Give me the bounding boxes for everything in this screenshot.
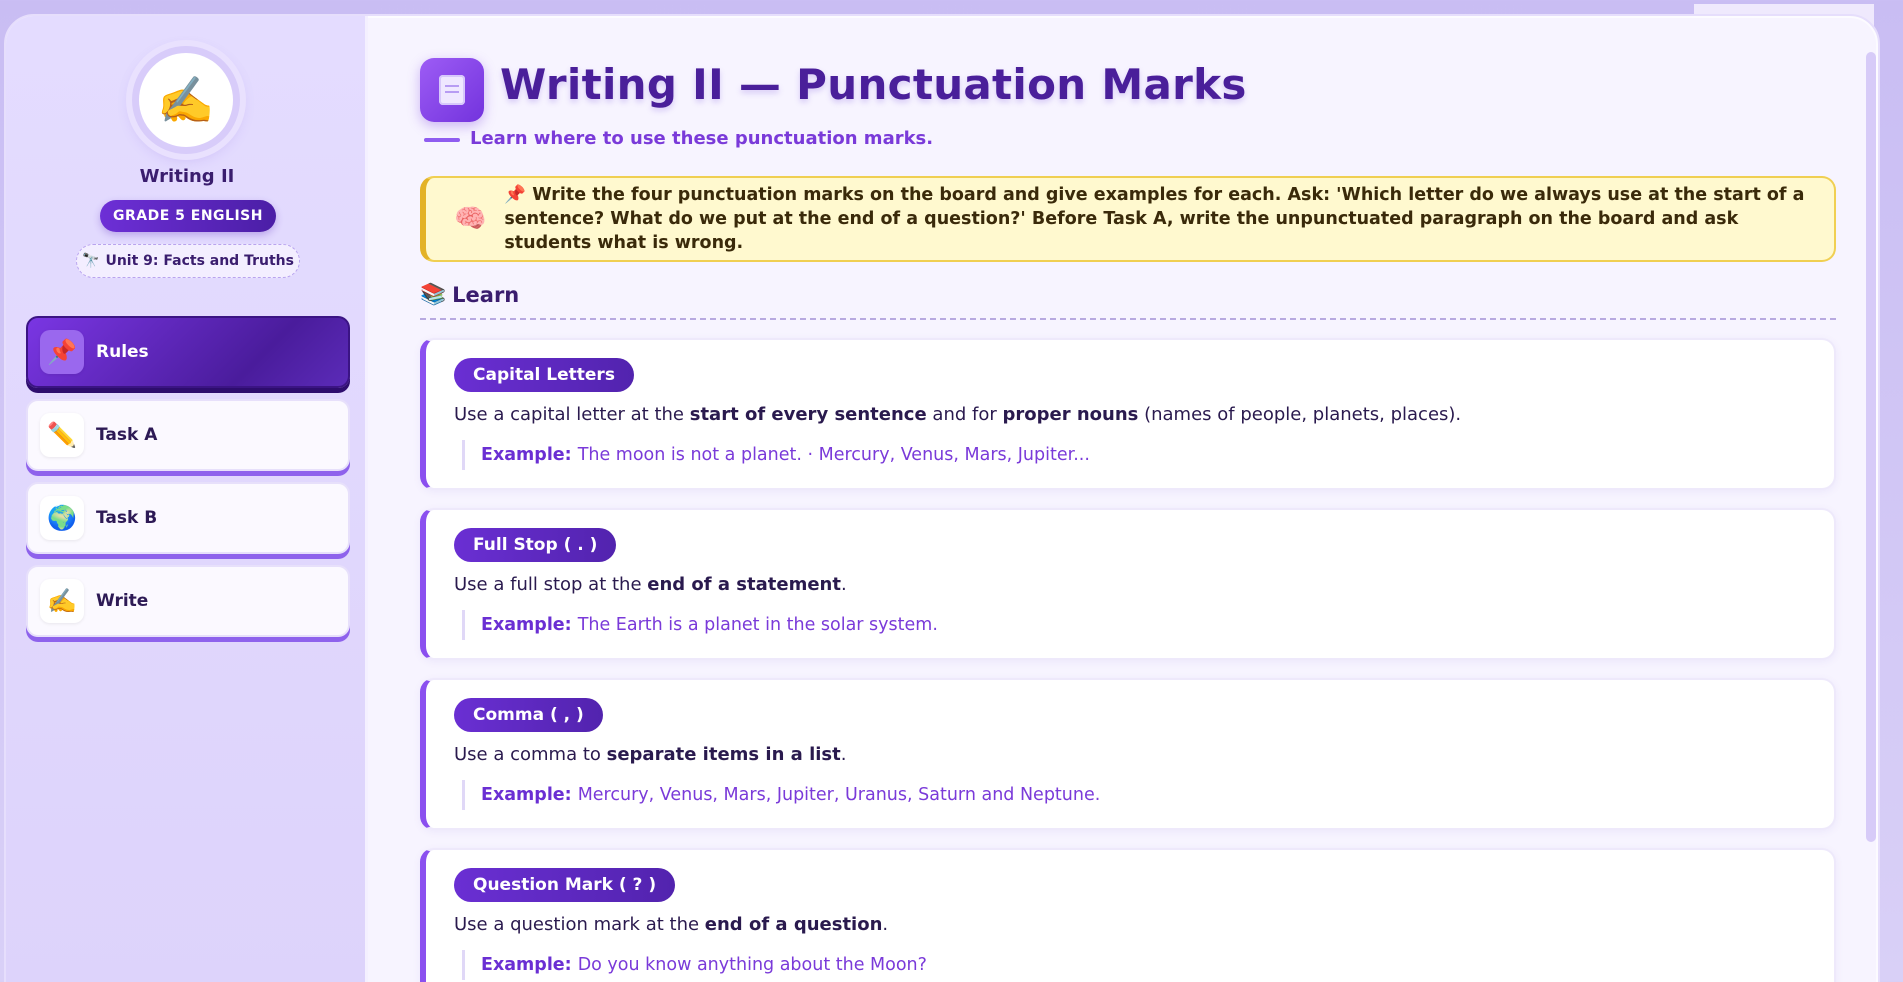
telescope-icon: 🔭 [82,253,100,269]
brain-icon: 🧠 [454,204,487,234]
rule-card-text: Use a comma to separate items in a list. [454,744,847,765]
sidebar: ✍️ Writing II GRADE 5 ENGLISH 🔭 Unit 9: … [6,16,368,982]
grade-badge: GRADE 5 ENGLISH [100,200,276,232]
pencil-icon: ✏️ [40,413,84,457]
teacher-note-text: 📌 Write the four punctuation marks on th… [504,185,1805,253]
globe-icon: 🌍 [40,496,84,540]
avatar: ✍️ [132,46,240,154]
rule-card-pill: Capital Letters [454,358,634,392]
rule-card-question-mark: Question Mark ( ? ) Use a question mark … [420,848,1836,982]
rule-card-pill: Question Mark ( ? ) [454,868,676,902]
app-window: ✍️ Writing II GRADE 5 ENGLISH 🔭 Unit 9: … [4,14,1880,982]
unit-badge: 🔭 Unit 9: Facts and Truths [76,244,300,278]
sidebar-item-task-a[interactable]: ✏️ Task A [26,399,350,471]
scrollbar[interactable] [1866,52,1876,842]
rule-card-text: Use a capital letter at the start of eve… [454,404,1462,425]
rule-card-comma: Comma ( , ) Use a comma to separate item… [420,678,1836,830]
unit-label: Unit 9: Facts and Truths [105,253,294,269]
rule-card-example: Example: Do you know anything about the M… [462,950,927,980]
book-icon [420,58,484,122]
rule-card-pill: Full Stop ( . ) [454,528,617,562]
main-content: Writing II — Punctuation Marks Learn whe… [370,16,1878,982]
lesson-title: Writing II [139,166,235,187]
sidebar-item-rules[interactable]: 📌 Rules [26,316,350,388]
section-divider [420,318,1836,320]
sidebar-item-write[interactable]: ✍️ Write [26,565,350,637]
learn-heading: 📚 Learn [420,282,519,307]
sidebar-item-label: Task B [96,508,158,528]
writing-hand-icon: ✍️ [139,53,233,147]
subtitle-accent [424,138,460,142]
rule-card-pill: Comma ( , ) [454,698,603,732]
sidebar-item-label: Rules [96,342,149,362]
rule-card-capital-letters: Capital Letters Use a capital letter at … [420,338,1836,490]
sidebar-item-label: Write [96,591,149,611]
rule-card-example: Example: The Earth is a planet in the sol… [462,610,938,640]
rule-card-full-stop: Full Stop ( . ) Use a full stop at the e… [420,508,1836,660]
rule-card-example: Example: Mercury, Venus, Mars, Jupiter, U… [462,780,1100,810]
sidebar-item-task-b[interactable]: 🌍 Task B [26,482,350,554]
books-icon: 📚 [420,282,447,306]
rule-card-text: Use a question mark at the end of a ques… [454,914,889,935]
teacher-note: 🧠 📌 Write the four punctuation marks on … [420,176,1836,262]
rule-card-example: Example: The moon is not a planet. · Merc… [462,440,1090,470]
pushpin-icon: 📌 [40,330,84,374]
learn-label: Learn [452,282,520,307]
page-title: Writing II — Punctuation Marks [500,60,1247,109]
page-subtitle: Learn where to use these punctuation mar… [470,128,934,149]
rule-card-text: Use a full stop at the end of a statemen… [454,574,847,595]
sidebar-item-label: Task A [96,425,158,445]
writing-hand-icon: ✍️ [40,579,84,623]
